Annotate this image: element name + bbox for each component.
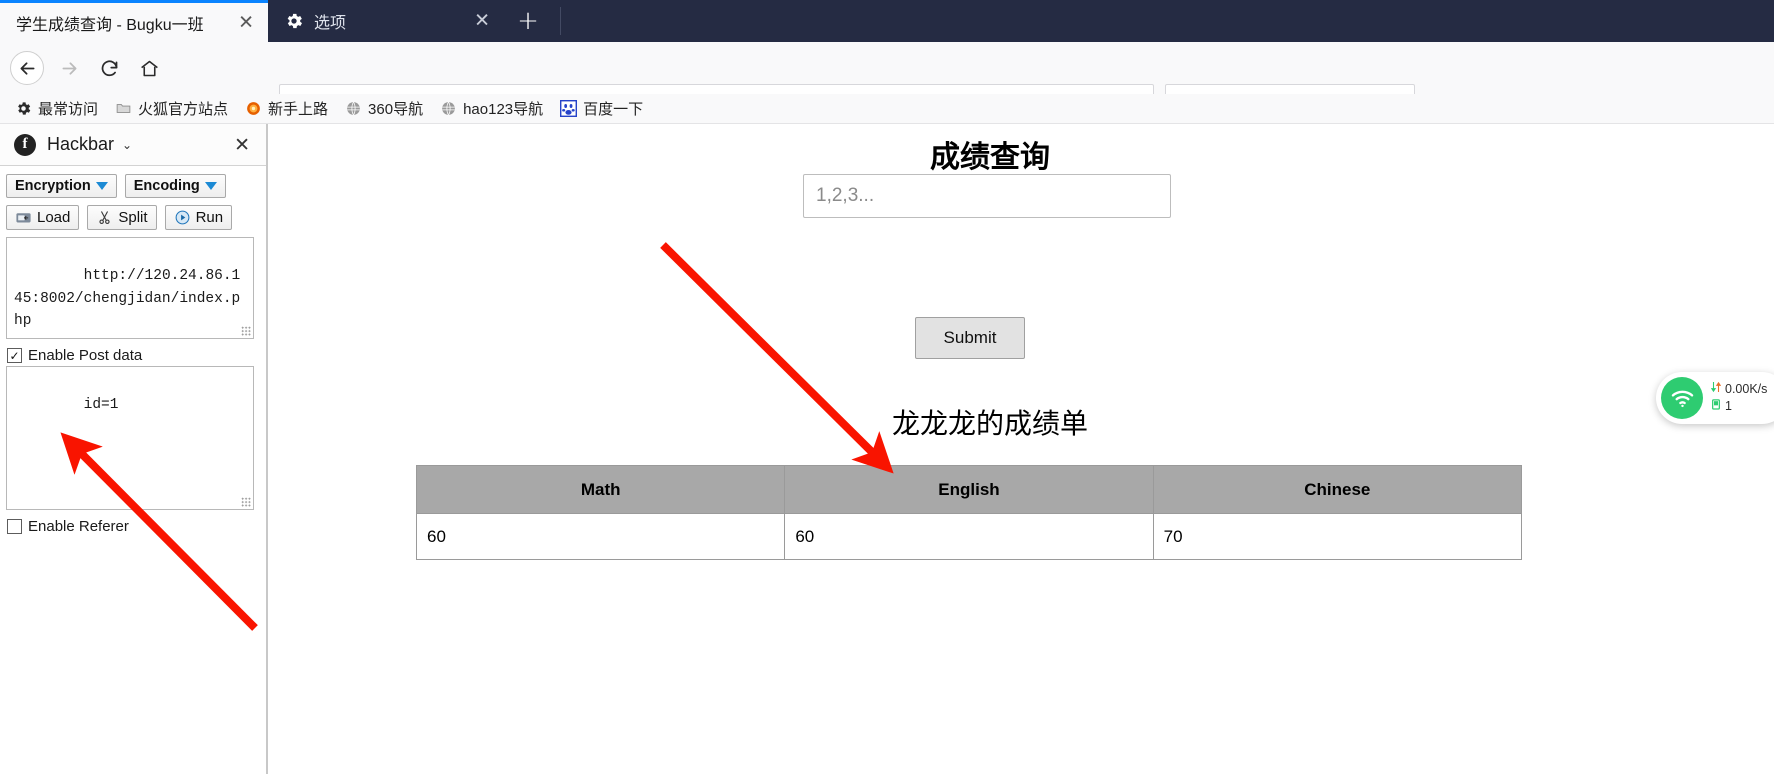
load-label: Load [37, 209, 71, 226]
bookmark-most-visited[interactable]: 最常访问 [14, 98, 98, 119]
enable-referer-label: Enable Referer [28, 518, 129, 535]
submit-button[interactable]: Submit [915, 317, 1025, 359]
load-icon [15, 209, 32, 226]
bookmark-label: 新手上路 [268, 101, 329, 118]
score-query-placeholder: 1,2,3... [816, 185, 875, 206]
enable-post-data-row[interactable]: ✓ Enable Post data [7, 347, 260, 364]
folder-icon [114, 100, 132, 118]
tab-close-icon[interactable]: ✕ [238, 13, 254, 32]
network-stats: 0.00K/s 1 [1710, 381, 1768, 415]
reload-button[interactable] [92, 51, 126, 85]
score-query-input[interactable]: 1,2,3... [803, 174, 1171, 218]
split-button[interactable]: Split [87, 205, 157, 230]
close-icon[interactable]: ✕ [234, 134, 250, 156]
enable-post-data-checkbox[interactable]: ✓ [7, 348, 22, 363]
enable-referer-row[interactable]: Enable Referer [7, 518, 260, 535]
encoding-dropdown-button[interactable]: Encoding [124, 174, 226, 198]
network-speed-line: 0.00K/s [1710, 381, 1768, 398]
bookmark-label: hao123导航 [463, 101, 544, 118]
network-speed-value: 0.00K/s [1725, 381, 1768, 396]
play-icon [174, 209, 191, 226]
page-title: 成绩查询 [930, 141, 1050, 174]
hackbar-action-row: Load Split Run [6, 205, 260, 230]
tab-strip: 学生成绩查询 - Bugku一班 ✕ 选项 ✕ + [0, 0, 1774, 42]
wifi-icon [1661, 377, 1703, 419]
chevron-down-icon [95, 182, 108, 190]
navigation-toolbar: 120.24.86.145:8002/chengjidan/index.php … [0, 42, 1774, 138]
hackbar-post-value: id=1 [83, 397, 119, 414]
load-button[interactable]: Load [6, 205, 80, 230]
bookmark-baidu[interactable]: 百度一下 [559, 98, 643, 119]
table-row: 60 60 70 [415, 513, 1523, 560]
hackbar-url-textarea[interactable]: http://120.24.86.145:8002/chengjidan/ind… [6, 237, 254, 339]
home-button[interactable] [132, 51, 166, 85]
bookmark-firefox-official[interactable]: 火狐官方站点 [114, 98, 228, 119]
firefox-icon [244, 100, 262, 118]
tab-title: 学生成绩查询 - Bugku一班 [16, 16, 204, 34]
hackbar-title: Hackbar [47, 134, 115, 154]
chevron-down-icon[interactable]: ⌄ [122, 138, 132, 152]
column-header-chinese: Chinese [1152, 465, 1523, 514]
column-header-math: Math [415, 465, 786, 514]
page-content: 成绩查询 1,2,3... Submit 龙龙龙的成绩单 Math Englis… [270, 124, 1774, 774]
bookmark-hao123-nav[interactable]: hao123导航 [439, 98, 543, 119]
enable-post-data-label: Enable Post data [28, 347, 143, 364]
baidu-icon [559, 100, 577, 118]
bookmark-label: 火狐官方站点 [138, 101, 229, 118]
score-table: Math English Chinese 60 60 70 [415, 465, 1523, 560]
cell-english-score: 60 [784, 513, 1154, 560]
tab-options[interactable]: 选项 ✕ [268, 0, 504, 42]
chevron-down-icon [204, 182, 217, 190]
split-label: Split [118, 209, 148, 226]
tab-close-icon[interactable]: ✕ [474, 11, 490, 31]
bookmark-360-nav[interactable]: 360导航 [344, 98, 423, 119]
device-icon [1711, 398, 1721, 415]
network-connections-line: 1 [1711, 398, 1767, 415]
bookmark-new-user[interactable]: 新手上路 [244, 98, 328, 119]
run-label: Run [195, 209, 224, 226]
hackbar-post-textarea[interactable]: id=1 [6, 366, 254, 510]
cell-math-score: 60 [415, 513, 786, 560]
run-button[interactable]: Run [164, 205, 233, 230]
cell-chinese-score: 70 [1152, 513, 1523, 560]
new-tab-button[interactable]: + [504, 0, 552, 42]
hackbar-body: Encryption Encoding Load Split Run http:… [0, 166, 266, 535]
network-connections-value: 1 [1725, 398, 1732, 413]
hackbar-header: f Hackbar ⌄ ✕ [0, 124, 266, 166]
resize-grip[interactable] [241, 497, 251, 507]
bookmark-label: 百度一下 [583, 101, 644, 118]
hackbar-url-value: http://120.24.86.145:8002/chengjidan/ind… [14, 268, 241, 330]
encoding-label: Encoding [133, 178, 200, 194]
enable-referer-checkbox[interactable] [7, 519, 22, 534]
gear-icon [14, 100, 32, 118]
table-header-row: Math English Chinese [415, 465, 1523, 514]
tab-separator [560, 7, 561, 35]
gear-icon [284, 11, 304, 31]
browser-window: 学生成绩查询 - Bugku一班 ✕ 选项 ✕ + 最常访问 火狐官方站点 新手… [0, 0, 1774, 774]
bookmark-label: 最常访问 [38, 101, 99, 118]
hackbar-dropdown-row: Encryption Encoding [6, 174, 260, 198]
network-speed-widget[interactable]: 0.00K/s 1 [1656, 372, 1774, 424]
up-down-arrows-icon [1710, 381, 1722, 398]
bookmark-label: 360导航 [368, 101, 424, 118]
hackbar-logo-icon: f [14, 133, 36, 156]
tab-student-scores[interactable]: 学生成绩查询 - Bugku一班 ✕ [0, 0, 268, 42]
resize-grip[interactable] [241, 326, 251, 336]
report-title: 龙龙龙的成绩单 [891, 408, 1088, 439]
forward-button[interactable] [52, 51, 86, 85]
encryption-dropdown-button[interactable]: Encryption [6, 174, 117, 198]
tab-title: 选项 [314, 15, 347, 32]
globe-icon [344, 100, 362, 118]
encryption-label: Encryption [15, 178, 91, 194]
column-header-english: English [784, 465, 1154, 514]
bookmarks-toolbar: 最常访问 火狐官方站点 新手上路 360导航 hao123导航 百度一下 [0, 94, 1774, 124]
back-button[interactable] [10, 51, 44, 85]
globe-icon [439, 100, 457, 118]
scissors-icon [96, 209, 113, 226]
hackbar-sidebar: f Hackbar ⌄ ✕ Encryption Encoding Load S… [0, 124, 268, 774]
